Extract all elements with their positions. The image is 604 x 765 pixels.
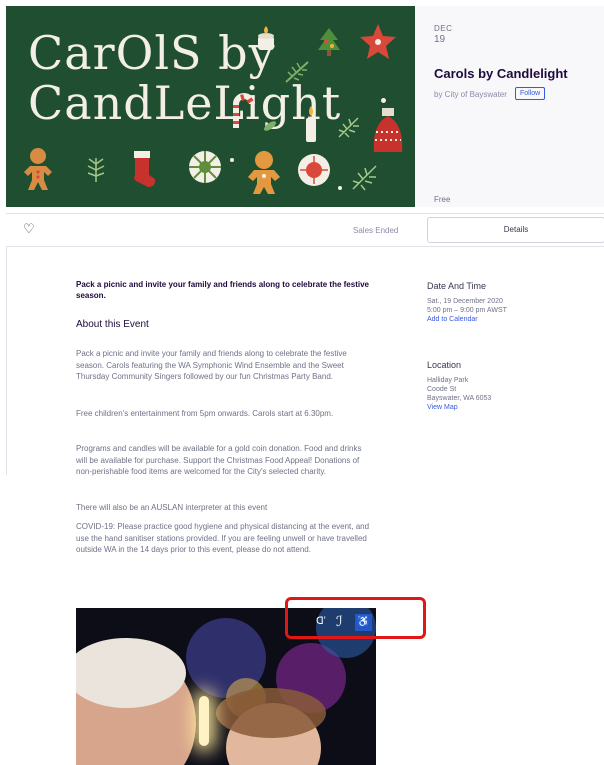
- event-time: 5:00 pm – 9:00 pm AWST: [427, 307, 507, 314]
- date-time-heading: Date And Time: [427, 281, 487, 291]
- gingerbread-icon: [246, 150, 282, 202]
- organizer-link[interactable]: by City of Bayswater: [434, 90, 507, 99]
- dot-decoration: [381, 98, 386, 103]
- event-summary-panel: DEC 19 Carols by Candlelight by City of …: [415, 6, 604, 207]
- event-date: Sat., 19 December 2020: [427, 298, 503, 305]
- gingerbread-icon: [22, 146, 54, 198]
- candy-cane-icon: [228, 90, 256, 136]
- bauble-icon: [368, 106, 408, 160]
- view-map-link[interactable]: View Map: [427, 404, 458, 411]
- content-divider: [6, 247, 7, 475]
- event-banner: CarOlS by CandLeLight: [6, 6, 415, 207]
- snowflake-icon: [186, 148, 224, 192]
- candle-light: [199, 696, 209, 746]
- description-paragraph: There will also be an AUSLAN interpreter…: [76, 503, 268, 512]
- child-hair: [216, 688, 326, 738]
- description-paragraph: Free children's entertainment from 5pm o…: [76, 409, 334, 418]
- branch-icon: [284, 60, 310, 90]
- event-date-month: DEC: [434, 24, 453, 33]
- leaf-icon: [84, 154, 108, 190]
- heart-icon[interactable]: ♡: [23, 221, 35, 237]
- sprig-icon: [350, 162, 380, 198]
- details-button[interactable]: Details: [427, 217, 604, 243]
- candle-icon: [302, 104, 320, 150]
- location-heading: Location: [427, 360, 462, 370]
- location-street: Coode St: [427, 386, 457, 393]
- description-paragraph: Pack a picnic and invite your family and…: [76, 349, 347, 381]
- dot-decoration: [230, 158, 234, 162]
- event-summary-text: Pack a picnic and invite your family and…: [76, 280, 369, 300]
- stocking-icon: [128, 149, 158, 195]
- sales-status: Sales Ended: [353, 226, 399, 235]
- star-icon: [358, 22, 398, 68]
- description-paragraph: COVID-19: Please practice good hygiene a…: [76, 522, 370, 554]
- tree-icon: [316, 26, 342, 64]
- location-suburb: Bayswater, WA 6053: [427, 395, 492, 402]
- leaf-icon: [262, 110, 278, 140]
- candle-icon: [253, 24, 279, 60]
- location-venue: Halliday Park: [427, 377, 469, 384]
- about-heading: About this Event: [76, 319, 149, 330]
- event-date-day: 19: [434, 34, 446, 45]
- dot-decoration: [338, 186, 342, 190]
- follow-button[interactable]: Follow: [515, 87, 546, 100]
- event-title: Carols by Candlelight: [434, 66, 568, 81]
- sprig-icon: [336, 114, 362, 146]
- banner-title-line1: CarOlS by: [28, 26, 276, 80]
- add-to-calendar-link[interactable]: Add to Calendar: [427, 316, 478, 323]
- action-bar: ♡ Sales Ended Details: [6, 213, 604, 247]
- ornament-icon: [296, 152, 332, 194]
- description-paragraph: Programs and candles will be available f…: [76, 444, 362, 476]
- event-price: Free: [434, 195, 451, 204]
- highlight-box: [285, 597, 426, 639]
